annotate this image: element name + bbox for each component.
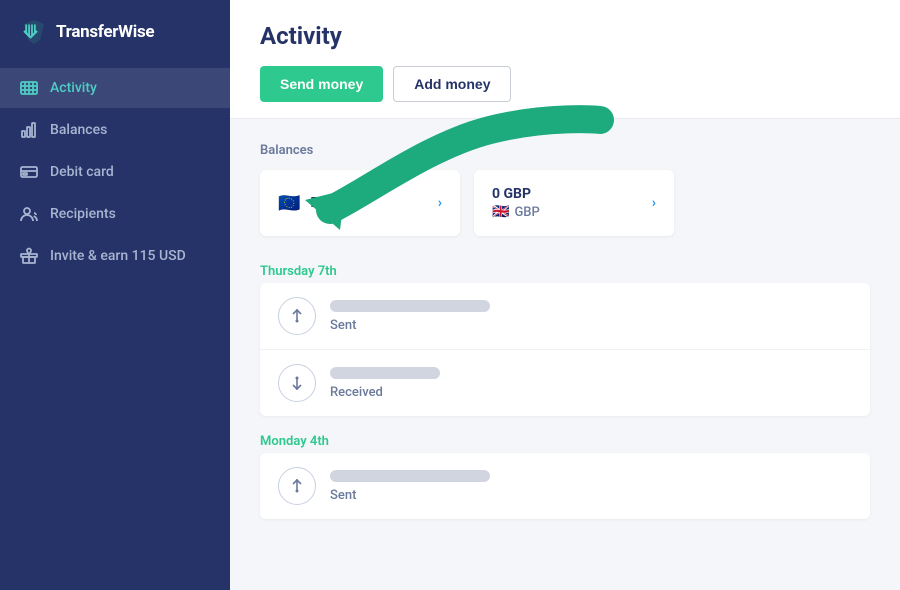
sent-2-info: Sent xyxy=(330,470,852,503)
balances-row: 🇪🇺 EUR › 0 GBP 🇬🇧 GBP › xyxy=(260,170,870,236)
sidebar-item-balances[interactable]: Balances xyxy=(0,110,230,150)
logo: ⟱ TransferWise xyxy=(0,0,230,68)
bar-chart-icon xyxy=(20,121,38,139)
eur-chevron-icon: › xyxy=(438,195,442,211)
gift-icon xyxy=(20,247,38,265)
main-content: Activity Send money Add money Balances 🇪… xyxy=(230,0,900,590)
sidebar-item-recipients-label: Recipients xyxy=(50,206,116,222)
eur-currency-label: EUR xyxy=(310,195,336,211)
gbp-currency-label: GBP xyxy=(514,205,539,220)
content-area: Balances 🇪🇺 EUR › 0 GBP 🇬🇧 GBP xyxy=(230,119,900,590)
credit-card-icon xyxy=(20,163,38,181)
sidebar-item-activity[interactable]: Activity xyxy=(0,68,230,108)
sent-1-status: Sent xyxy=(330,318,852,333)
add-money-button[interactable]: Add money xyxy=(393,66,511,102)
nav: Activity Balances Debit ca xyxy=(0,68,230,286)
sent-1-amount-blurred xyxy=(330,300,490,312)
eur-flag-icon: 🇪🇺 xyxy=(278,193,300,214)
sidebar-item-invite-label: Invite & earn 115 USD xyxy=(50,248,186,264)
sidebar-item-balances-label: Balances xyxy=(50,122,107,138)
sidebar: ⟱ TransferWise Activity xyxy=(0,0,230,590)
sent-2-status: Sent xyxy=(330,488,852,503)
users-icon xyxy=(20,205,38,223)
day-label-thursday: Thursday 7th xyxy=(260,264,870,279)
action-buttons: Send money Add money xyxy=(260,66,870,118)
send-money-button[interactable]: Send money xyxy=(260,66,383,102)
svg-text:⟱: ⟱ xyxy=(23,22,38,42)
day-section-monday: Monday 4th Sent xyxy=(260,434,870,519)
day-section-thursday: Thursday 7th Sent xyxy=(260,264,870,416)
balance-card-gbp[interactable]: 0 GBP 🇬🇧 GBP › xyxy=(474,170,674,236)
transaction-item-received-1[interactable]: Received xyxy=(260,350,870,416)
gbp-flag-icon: 🇬🇧 xyxy=(492,204,509,220)
day-label-monday: Monday 4th xyxy=(260,434,870,449)
main-header: Activity Send money Add money xyxy=(230,0,900,119)
received-1-amount-blurred xyxy=(330,367,440,379)
sent-2-amount-blurred xyxy=(330,470,490,482)
sidebar-item-recipients[interactable]: Recipients xyxy=(0,194,230,234)
balances-section-label: Balances xyxy=(260,143,870,158)
received-icon xyxy=(278,364,316,402)
received-1-status: Received xyxy=(330,385,852,400)
activity-icon xyxy=(20,79,38,97)
sidebar-item-activity-label: Activity xyxy=(50,80,97,96)
sidebar-item-debit-card[interactable]: Debit card xyxy=(0,152,230,192)
transaction-item-sent-1[interactable]: Sent xyxy=(260,283,870,350)
sent-1-info: Sent xyxy=(330,300,852,333)
gbp-amount: 0 GBP xyxy=(492,186,531,202)
transaction-item-sent-2[interactable]: Sent xyxy=(260,453,870,519)
transaction-list-monday: Sent xyxy=(260,453,870,519)
page-title: Activity xyxy=(260,22,870,50)
sent-icon xyxy=(278,297,316,335)
app-name: TransferWise xyxy=(56,22,154,42)
sidebar-item-invite[interactable]: Invite & earn 115 USD xyxy=(0,236,230,276)
sidebar-item-debit-card-label: Debit card xyxy=(50,164,114,180)
sent-2-icon xyxy=(278,467,316,505)
balance-card-eur[interactable]: 🇪🇺 EUR › xyxy=(260,170,460,236)
gbp-chevron-icon: › xyxy=(652,195,656,211)
transaction-list-thursday: Sent Received xyxy=(260,283,870,416)
received-1-info: Received xyxy=(330,367,852,400)
